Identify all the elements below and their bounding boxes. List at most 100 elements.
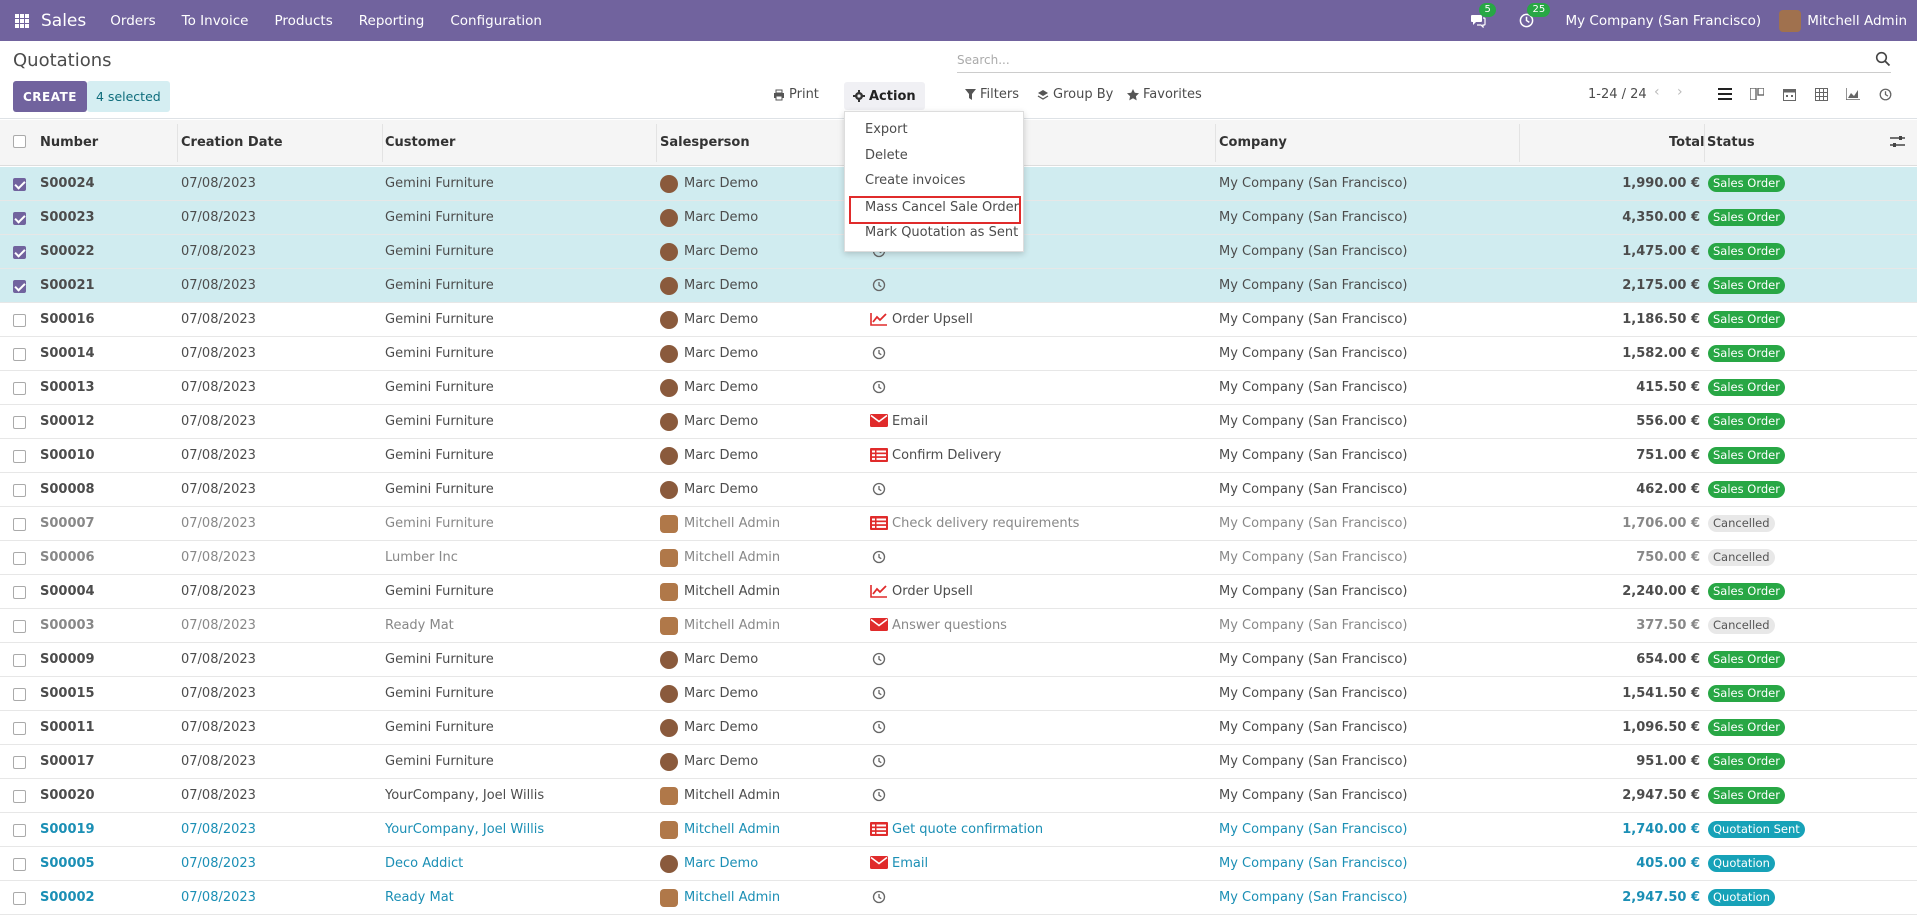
activity-clock-icon[interactable]: [872, 754, 888, 770]
row-checkbox[interactable]: [13, 654, 26, 667]
activity-clock-icon[interactable]: [872, 652, 888, 668]
row-checkbox[interactable]: [13, 348, 26, 361]
activity-clock-icon[interactable]: [872, 686, 888, 702]
pivot-view-icon[interactable]: [1812, 85, 1830, 103]
activity-clock-icon[interactable]: [872, 788, 888, 804]
row-checkbox[interactable]: [13, 688, 26, 701]
email-icon[interactable]: [870, 414, 888, 430]
upsell-chart-icon[interactable]: [870, 584, 887, 600]
activity-clock-icon[interactable]: 25: [1517, 2, 1551, 30]
table-row[interactable]: S00019 07/08/2023 YourCompany, Joel Willis…: [0, 813, 1917, 847]
email-icon[interactable]: [870, 856, 888, 872]
optional-columns-icon[interactable]: [1890, 135, 1905, 149]
row-checkbox[interactable]: [13, 722, 26, 735]
menu-orders[interactable]: Orders: [110, 13, 155, 29]
col-status[interactable]: Status: [1707, 135, 1755, 150]
col-creation-date[interactable]: Creation Date: [181, 135, 283, 150]
table-row[interactable]: S00004 07/08/2023 Gemini Furniture Mitchell…: [0, 575, 1917, 609]
email-icon[interactable]: [870, 618, 888, 634]
row-checkbox[interactable]: [13, 620, 26, 633]
col-number[interactable]: Number: [40, 135, 98, 150]
menu-item-export[interactable]: Export: [865, 122, 908, 137]
activity-clock-icon[interactable]: [872, 890, 888, 906]
tasks-icon[interactable]: [870, 516, 888, 532]
tasks-icon[interactable]: [870, 448, 888, 464]
search-bar[interactable]: Search...: [957, 49, 1891, 73]
col-total[interactable]: Total: [1669, 135, 1705, 150]
row-checkbox[interactable]: [13, 892, 26, 905]
action-button[interactable]: Action: [844, 82, 925, 110]
kanban-view-icon[interactable]: [1748, 85, 1766, 103]
col-salesperson[interactable]: Salesperson: [660, 135, 750, 150]
table-row[interactable]: S00009 07/08/2023 Gemini Furniture Marc Dem…: [0, 643, 1917, 677]
table-row[interactable]: S00010 07/08/2023 Gemini Furniture Marc Dem…: [0, 439, 1917, 473]
table-row[interactable]: S00020 07/08/2023 YourCompany, Joel Willis…: [0, 779, 1917, 813]
print-button[interactable]: Print: [773, 87, 819, 102]
row-checkbox[interactable]: [13, 382, 26, 395]
menu-configuration[interactable]: Configuration: [450, 13, 542, 29]
messaging-icon[interactable]: 5: [1469, 2, 1496, 30]
search-icon[interactable]: [1875, 51, 1891, 67]
row-checkbox[interactable]: [13, 858, 26, 871]
table-row[interactable]: S00017 07/08/2023 Gemini Furniture Marc Dem…: [0, 745, 1917, 779]
col-customer[interactable]: Customer: [385, 135, 455, 150]
table-row[interactable]: S00021 07/08/2023 Gemini Furniture Marc Dem…: [0, 269, 1917, 303]
filters-button[interactable]: Filters: [965, 87, 1019, 102]
create-button[interactable]: CREATE: [13, 81, 87, 112]
activity-clock-icon[interactable]: [872, 380, 888, 396]
table-row[interactable]: S00011 07/08/2023 Gemini Furniture Marc Dem…: [0, 711, 1917, 745]
upsell-chart-icon[interactable]: [870, 312, 887, 328]
group-by-button[interactable]: Group By: [1037, 87, 1113, 102]
row-checkbox[interactable]: [13, 552, 26, 565]
row-checkbox[interactable]: [13, 586, 26, 599]
menu-item-create-invoices[interactable]: Create invoices: [865, 173, 965, 188]
row-checkbox[interactable]: [13, 314, 26, 327]
selected-count-badge[interactable]: 4 selected: [87, 81, 170, 112]
activity-clock-icon[interactable]: [872, 346, 888, 362]
activity-clock-icon[interactable]: [872, 550, 888, 566]
user-menu[interactable]: Mitchell Admin: [1779, 9, 1907, 32]
menu-reporting[interactable]: Reporting: [359, 13, 425, 29]
pager-previous-icon[interactable]: ‹: [1654, 84, 1660, 100]
apps-menu-icon[interactable]: [15, 13, 29, 28]
table-row[interactable]: S00016 07/08/2023 Gemini Furniture Marc Dem…: [0, 303, 1917, 337]
company-switcher[interactable]: My Company (San Francisco): [1565, 13, 1761, 29]
select-all-checkbox[interactable]: [13, 135, 26, 148]
favorites-button[interactable]: Favorites: [1127, 87, 1202, 102]
table-row[interactable]: S00015 07/08/2023 Gemini Furniture Marc Dem…: [0, 677, 1917, 711]
table-row[interactable]: S00005 07/08/2023 Deco Addict Marc Demo Emai…: [0, 847, 1917, 881]
pager-next-icon[interactable]: ›: [1677, 84, 1683, 100]
row-checkbox[interactable]: [13, 756, 26, 769]
table-row[interactable]: S00007 07/08/2023 Gemini Furniture Mitchell…: [0, 507, 1917, 541]
table-row[interactable]: S00014 07/08/2023 Gemini Furniture Marc Dem…: [0, 337, 1917, 371]
row-checkbox[interactable]: [13, 212, 26, 225]
list-view-icon[interactable]: [1716, 85, 1734, 103]
menu-products[interactable]: Products: [274, 13, 332, 29]
table-row[interactable]: S00013 07/08/2023 Gemini Furniture Marc Dem…: [0, 371, 1917, 405]
row-checkbox[interactable]: [13, 450, 26, 463]
calendar-view-icon[interactable]: [1780, 85, 1798, 103]
row-checkbox[interactable]: [13, 824, 26, 837]
menu-to-invoice[interactable]: To Invoice: [182, 13, 249, 29]
row-checkbox[interactable]: [13, 518, 26, 531]
graph-view-icon[interactable]: [1844, 85, 1862, 103]
menu-item-mark-sent[interactable]: Mark Quotation as Sent: [865, 225, 1018, 240]
row-checkbox[interactable]: [13, 178, 26, 191]
menu-item-delete[interactable]: Delete: [865, 148, 908, 163]
table-row[interactable]: S00006 07/08/2023 Lumber Inc Mitchell Admin…: [0, 541, 1917, 575]
pager-value[interactable]: 1-24 / 24: [1588, 87, 1647, 102]
row-checkbox[interactable]: [13, 484, 26, 497]
col-company[interactable]: Company: [1219, 135, 1287, 150]
activity-clock-icon[interactable]: [872, 720, 888, 736]
row-checkbox[interactable]: [13, 280, 26, 293]
table-row[interactable]: S00003 07/08/2023 Ready Mat Mitchell Admin A…: [0, 609, 1917, 643]
tasks-icon[interactable]: [870, 822, 888, 838]
row-checkbox[interactable]: [13, 246, 26, 259]
activity-view-icon[interactable]: [1876, 85, 1894, 103]
table-row[interactable]: S00002 07/08/2023 Ready Mat Mitchell Admin M…: [0, 881, 1917, 915]
activity-clock-icon[interactable]: [872, 278, 888, 294]
row-checkbox[interactable]: [13, 416, 26, 429]
table-row[interactable]: S00012 07/08/2023 Gemini Furniture Marc Dem…: [0, 405, 1917, 439]
row-checkbox[interactable]: [13, 790, 26, 803]
activity-clock-icon[interactable]: [872, 482, 888, 498]
